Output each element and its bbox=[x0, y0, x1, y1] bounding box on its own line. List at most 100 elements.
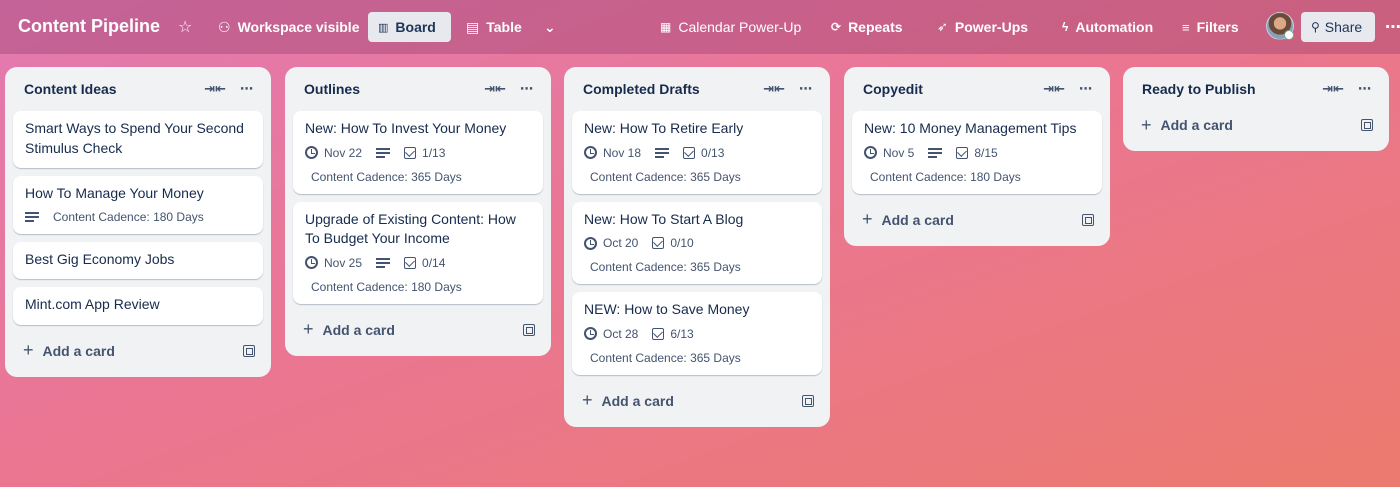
more-icon[interactable]: ⋯ bbox=[1358, 81, 1371, 97]
board-menu-button[interactable]: ⋯ bbox=[1385, 12, 1400, 42]
add-card-button[interactable]: + Add a card bbox=[293, 312, 543, 348]
card[interactable]: New: How To Retire Early Nov 18 0/13 Con… bbox=[572, 111, 822, 194]
due-date-badge[interactable]: Nov 5 bbox=[864, 146, 914, 160]
card[interactable]: Mint.com App Review bbox=[13, 287, 263, 325]
collapse-icon[interactable]: ⇥⇤ bbox=[763, 81, 785, 97]
checklist-icon bbox=[683, 146, 696, 159]
card[interactable]: New: 10 Money Management Tips Nov 5 8/15… bbox=[852, 111, 1102, 194]
create-from-template-icon[interactable] bbox=[523, 323, 535, 336]
list-completed-drafts: Completed Drafts ⇥⇤ ⋯ New: How To Retire… bbox=[564, 67, 830, 427]
add-card-button[interactable]: + Add a card bbox=[13, 333, 263, 369]
board-view-button[interactable]: ▥ Board bbox=[368, 12, 451, 42]
card-title: Smart Ways to Spend Your Second Stimulus… bbox=[25, 120, 244, 156]
list-title[interactable]: Copyedit bbox=[863, 81, 1043, 97]
card-cadence: Content Cadence: 365 Days bbox=[311, 169, 462, 184]
due-date: Nov 18 bbox=[603, 145, 642, 160]
plus-icon: + bbox=[23, 340, 34, 360]
checklist-badge: 0/10 bbox=[652, 236, 694, 250]
create-from-template-icon[interactable] bbox=[802, 394, 814, 407]
add-card-button[interactable]: + Add a card bbox=[572, 383, 822, 419]
due-date-badge[interactable]: Oct 28 bbox=[584, 327, 638, 341]
list-header: Content Ideas ⇥⇤ ⋯ bbox=[13, 67, 263, 111]
card-title: How To Manage Your Money bbox=[25, 185, 204, 201]
more-icon[interactable]: ⋯ bbox=[240, 81, 253, 97]
due-date-badge[interactable]: Nov 22 bbox=[305, 146, 362, 160]
checklist-count: 1/13 bbox=[422, 145, 446, 160]
more-icon[interactable]: ⋯ bbox=[1079, 81, 1092, 97]
description-icon bbox=[655, 146, 670, 160]
rocket-icon: ➶ bbox=[937, 19, 948, 34]
board-view-label: Board bbox=[395, 19, 436, 35]
card-cadence: Content Cadence: 180 Days bbox=[870, 169, 1021, 184]
checklist-badge: 0/13 bbox=[683, 146, 724, 160]
list-content-ideas: Content Ideas ⇥⇤ ⋯ Smart Ways to Spend Y… bbox=[5, 67, 271, 377]
powerups-button[interactable]: ➶ Power-Ups bbox=[937, 12, 1028, 42]
card[interactable]: Upgrade of Existing Content: How To Budg… bbox=[293, 201, 543, 304]
more-icon[interactable]: ⋯ bbox=[799, 81, 812, 97]
card[interactable]: NEW: How to Save Money Oct 28 6/13 Conte… bbox=[572, 292, 822, 375]
collapse-icon[interactable]: ⇥⇤ bbox=[204, 81, 226, 97]
collapse-icon[interactable]: ⇥⇤ bbox=[484, 81, 506, 97]
automation-button[interactable]: ϟ Automation bbox=[1062, 12, 1153, 42]
table-view-button[interactable]: ▤ Table bbox=[466, 12, 522, 42]
repeats-button[interactable]: ⟳ Repeats bbox=[831, 12, 903, 42]
list-copyedit: Copyedit ⇥⇤ ⋯ New: 10 Money Management T… bbox=[844, 67, 1110, 246]
filters-button[interactable]: ≡ Filters bbox=[1182, 12, 1239, 42]
more-icon[interactable]: ⋯ bbox=[520, 81, 533, 97]
list-header: Copyedit ⇥⇤ ⋯ bbox=[852, 67, 1102, 111]
list-title[interactable]: Outlines bbox=[304, 81, 484, 97]
create-from-template-icon[interactable] bbox=[243, 344, 255, 357]
due-date: Nov 22 bbox=[324, 145, 363, 160]
list-title[interactable]: Ready to Publish bbox=[1142, 81, 1322, 97]
star-button[interactable]: ☆ bbox=[178, 12, 196, 42]
list-outlines: Outlines ⇥⇤ ⋯ New: How To Invest Your Mo… bbox=[285, 67, 551, 356]
card[interactable]: Best Gig Economy Jobs bbox=[13, 241, 263, 279]
checklist-icon bbox=[956, 146, 969, 159]
plus-icon: + bbox=[1141, 114, 1152, 135]
views-dropdown-button[interactable]: ⌄ bbox=[544, 12, 556, 42]
people-icon: ⚇ bbox=[218, 18, 231, 35]
add-card-button[interactable]: + Add a card bbox=[852, 202, 1102, 238]
add-card-label: Add a card bbox=[42, 342, 115, 359]
checklist-icon bbox=[652, 327, 665, 340]
due-date-badge[interactable]: Nov 25 bbox=[305, 256, 362, 270]
share-button[interactable]: ⚲ Share bbox=[1301, 12, 1375, 42]
checklist-count: 8/15 bbox=[974, 145, 998, 160]
card-title: Best Gig Economy Jobs bbox=[25, 250, 175, 267]
plus-icon: + bbox=[582, 390, 593, 410]
star-icon: ☆ bbox=[178, 19, 193, 36]
board-title[interactable]: Content Pipeline bbox=[18, 16, 160, 37]
checklist-count: 0/10 bbox=[670, 236, 694, 250]
add-card-label: Add a card bbox=[601, 392, 674, 409]
card[interactable]: New: How To Invest Your Money Nov 22 1/1… bbox=[293, 111, 543, 194]
admin-badge-icon bbox=[1284, 30, 1294, 40]
clock-icon bbox=[305, 146, 318, 159]
card[interactable]: Smart Ways to Spend Your Second Stimulus… bbox=[13, 111, 263, 168]
board-icon: ▥ bbox=[378, 21, 389, 34]
visibility-button[interactable]: ⚇ Workspace visible bbox=[218, 12, 359, 42]
checklist-badge: 1/13 bbox=[404, 146, 445, 160]
calendar-powerup-button[interactable]: ▦ Calendar Power-Up bbox=[660, 12, 801, 42]
plus-icon: + bbox=[303, 319, 314, 339]
list-title[interactable]: Completed Drafts bbox=[583, 81, 763, 97]
due-date-badge[interactable]: Nov 18 bbox=[584, 146, 641, 160]
add-card-label: Add a card bbox=[1160, 117, 1233, 133]
due-date-badge[interactable]: Oct 20 bbox=[584, 236, 638, 250]
collapse-icon[interactable]: ⇥⇤ bbox=[1043, 81, 1065, 97]
description-badge bbox=[376, 256, 391, 270]
add-card-button[interactable]: + Add a card bbox=[1131, 107, 1381, 143]
automation-label: Automation bbox=[1075, 19, 1154, 35]
checklist-badge: 8/15 bbox=[956, 145, 998, 160]
create-from-template-icon[interactable] bbox=[1361, 119, 1373, 131]
add-card-label: Add a card bbox=[881, 211, 954, 228]
card-cadence: Content Cadence: 180 Days bbox=[53, 209, 204, 224]
checklist-count: 0/13 bbox=[701, 145, 725, 160]
card[interactable]: How To Manage Your Money Content Cadence… bbox=[13, 176, 263, 234]
create-from-template-icon[interactable] bbox=[1082, 213, 1094, 226]
description-badge bbox=[928, 146, 943, 160]
card[interactable]: New: How To Start A Blog Oct 20 0/10 Con… bbox=[572, 201, 822, 284]
collapse-icon[interactable]: ⇥⇤ bbox=[1322, 81, 1344, 97]
list-title[interactable]: Content Ideas bbox=[24, 81, 204, 97]
clock-icon bbox=[305, 256, 318, 269]
description-badge bbox=[655, 146, 670, 160]
